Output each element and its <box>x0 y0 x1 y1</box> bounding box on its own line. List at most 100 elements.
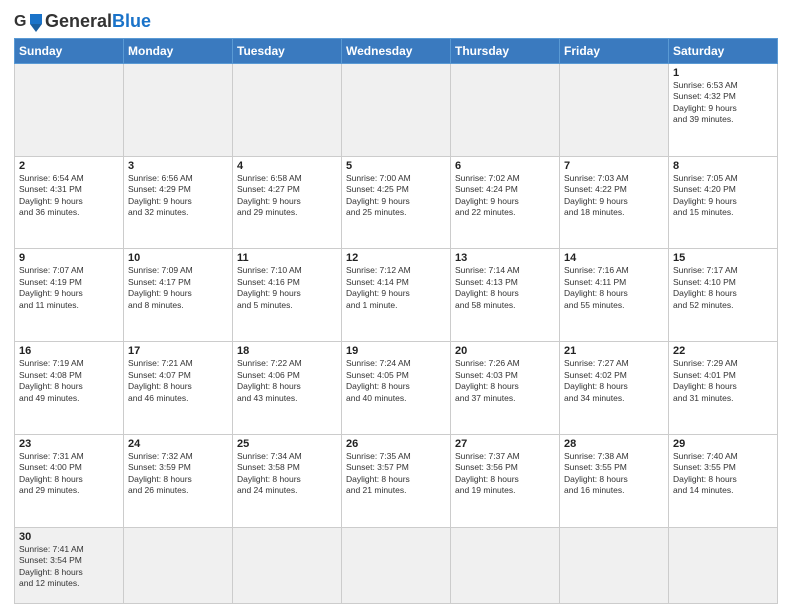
day-number: 5 <box>346 160 446 172</box>
day-info: Sunrise: 6:53 AM Sunset: 4:32 PM Dayligh… <box>673 80 773 126</box>
day-number: 27 <box>455 438 555 450</box>
calendar-cell: 24Sunrise: 7:32 AM Sunset: 3:59 PM Dayli… <box>124 434 233 527</box>
calendar-cell <box>560 64 669 157</box>
calendar-cell <box>124 64 233 157</box>
day-number: 30 <box>19 531 119 543</box>
day-info: Sunrise: 7:40 AM Sunset: 3:55 PM Dayligh… <box>673 451 773 497</box>
day-number: 23 <box>19 438 119 450</box>
day-info: Sunrise: 7:02 AM Sunset: 4:24 PM Dayligh… <box>455 173 555 219</box>
day-number: 25 <box>237 438 337 450</box>
day-info: Sunrise: 7:41 AM Sunset: 3:54 PM Dayligh… <box>19 544 119 590</box>
day-number: 18 <box>237 345 337 357</box>
day-info: Sunrise: 7:35 AM Sunset: 3:57 PM Dayligh… <box>346 451 446 497</box>
day-info: Sunrise: 7:05 AM Sunset: 4:20 PM Dayligh… <box>673 173 773 219</box>
day-info: Sunrise: 7:32 AM Sunset: 3:59 PM Dayligh… <box>128 451 228 497</box>
calendar-cell <box>233 527 342 603</box>
calendar-body: 1Sunrise: 6:53 AM Sunset: 4:32 PM Daylig… <box>15 64 778 604</box>
calendar-cell: 7Sunrise: 7:03 AM Sunset: 4:22 PM Daylig… <box>560 156 669 249</box>
day-number: 16 <box>19 345 119 357</box>
day-info: Sunrise: 7:27 AM Sunset: 4:02 PM Dayligh… <box>564 358 664 404</box>
day-info: Sunrise: 7:38 AM Sunset: 3:55 PM Dayligh… <box>564 451 664 497</box>
logo-icon: G <box>14 10 42 32</box>
logo: G GeneralBlue <box>14 10 151 32</box>
day-info: Sunrise: 7:03 AM Sunset: 4:22 PM Dayligh… <box>564 173 664 219</box>
day-number: 26 <box>346 438 446 450</box>
day-info: Sunrise: 7:16 AM Sunset: 4:11 PM Dayligh… <box>564 265 664 311</box>
day-number: 29 <box>673 438 773 450</box>
weekday-header: Wednesday <box>342 39 451 64</box>
day-info: Sunrise: 7:10 AM Sunset: 4:16 PM Dayligh… <box>237 265 337 311</box>
day-number: 7 <box>564 160 664 172</box>
calendar-cell: 30Sunrise: 7:41 AM Sunset: 3:54 PM Dayli… <box>15 527 124 603</box>
logo-text: GeneralBlue <box>45 11 151 31</box>
page: G GeneralBlue SundayMondayTuesdayWednesd… <box>0 0 792 612</box>
day-info: Sunrise: 7:09 AM Sunset: 4:17 PM Dayligh… <box>128 265 228 311</box>
day-info: Sunrise: 7:24 AM Sunset: 4:05 PM Dayligh… <box>346 358 446 404</box>
svg-text:G: G <box>14 13 26 30</box>
day-number: 9 <box>19 252 119 264</box>
calendar-cell <box>233 64 342 157</box>
weekday-header: Sunday <box>15 39 124 64</box>
day-info: Sunrise: 7:17 AM Sunset: 4:10 PM Dayligh… <box>673 265 773 311</box>
calendar-cell: 6Sunrise: 7:02 AM Sunset: 4:24 PM Daylig… <box>451 156 560 249</box>
day-info: Sunrise: 7:37 AM Sunset: 3:56 PM Dayligh… <box>455 451 555 497</box>
day-number: 28 <box>564 438 664 450</box>
day-number: 21 <box>564 345 664 357</box>
day-number: 8 <box>673 160 773 172</box>
day-info: Sunrise: 7:34 AM Sunset: 3:58 PM Dayligh… <box>237 451 337 497</box>
calendar-cell: 11Sunrise: 7:10 AM Sunset: 4:16 PM Dayli… <box>233 249 342 342</box>
calendar-cell: 1Sunrise: 6:53 AM Sunset: 4:32 PM Daylig… <box>669 64 778 157</box>
day-number: 4 <box>237 160 337 172</box>
calendar-cell: 10Sunrise: 7:09 AM Sunset: 4:17 PM Dayli… <box>124 249 233 342</box>
calendar: SundayMondayTuesdayWednesdayThursdayFrid… <box>14 38 778 604</box>
calendar-cell: 18Sunrise: 7:22 AM Sunset: 4:06 PM Dayli… <box>233 342 342 435</box>
day-number: 10 <box>128 252 228 264</box>
calendar-cell: 22Sunrise: 7:29 AM Sunset: 4:01 PM Dayli… <box>669 342 778 435</box>
weekday-header: Tuesday <box>233 39 342 64</box>
day-info: Sunrise: 7:26 AM Sunset: 4:03 PM Dayligh… <box>455 358 555 404</box>
calendar-cell <box>451 527 560 603</box>
calendar-cell: 28Sunrise: 7:38 AM Sunset: 3:55 PM Dayli… <box>560 434 669 527</box>
day-info: Sunrise: 7:14 AM Sunset: 4:13 PM Dayligh… <box>455 265 555 311</box>
calendar-cell: 13Sunrise: 7:14 AM Sunset: 4:13 PM Dayli… <box>451 249 560 342</box>
day-number: 24 <box>128 438 228 450</box>
calendar-cell: 16Sunrise: 7:19 AM Sunset: 4:08 PM Dayli… <box>15 342 124 435</box>
calendar-cell <box>124 527 233 603</box>
day-info: Sunrise: 7:22 AM Sunset: 4:06 PM Dayligh… <box>237 358 337 404</box>
calendar-cell <box>342 527 451 603</box>
day-number: 11 <box>237 252 337 264</box>
header: G GeneralBlue <box>14 10 778 32</box>
calendar-cell: 9Sunrise: 7:07 AM Sunset: 4:19 PM Daylig… <box>15 249 124 342</box>
calendar-cell: 15Sunrise: 7:17 AM Sunset: 4:10 PM Dayli… <box>669 249 778 342</box>
weekday-header: Thursday <box>451 39 560 64</box>
calendar-cell: 2Sunrise: 6:54 AM Sunset: 4:31 PM Daylig… <box>15 156 124 249</box>
day-number: 19 <box>346 345 446 357</box>
calendar-cell <box>669 527 778 603</box>
day-info: Sunrise: 7:07 AM Sunset: 4:19 PM Dayligh… <box>19 265 119 311</box>
day-info: Sunrise: 6:58 AM Sunset: 4:27 PM Dayligh… <box>237 173 337 219</box>
day-info: Sunrise: 7:21 AM Sunset: 4:07 PM Dayligh… <box>128 358 228 404</box>
calendar-cell: 20Sunrise: 7:26 AM Sunset: 4:03 PM Dayli… <box>451 342 560 435</box>
day-info: Sunrise: 6:54 AM Sunset: 4:31 PM Dayligh… <box>19 173 119 219</box>
calendar-cell: 19Sunrise: 7:24 AM Sunset: 4:05 PM Dayli… <box>342 342 451 435</box>
weekday-header: Saturday <box>669 39 778 64</box>
day-number: 14 <box>564 252 664 264</box>
day-number: 13 <box>455 252 555 264</box>
calendar-cell: 3Sunrise: 6:56 AM Sunset: 4:29 PM Daylig… <box>124 156 233 249</box>
calendar-cell: 21Sunrise: 7:27 AM Sunset: 4:02 PM Dayli… <box>560 342 669 435</box>
calendar-cell: 29Sunrise: 7:40 AM Sunset: 3:55 PM Dayli… <box>669 434 778 527</box>
calendar-cell <box>560 527 669 603</box>
calendar-cell <box>342 64 451 157</box>
day-info: Sunrise: 6:56 AM Sunset: 4:29 PM Dayligh… <box>128 173 228 219</box>
weekday-header: Monday <box>124 39 233 64</box>
day-number: 20 <box>455 345 555 357</box>
day-number: 1 <box>673 67 773 79</box>
calendar-cell: 25Sunrise: 7:34 AM Sunset: 3:58 PM Dayli… <box>233 434 342 527</box>
calendar-cell <box>451 64 560 157</box>
day-info: Sunrise: 7:31 AM Sunset: 4:00 PM Dayligh… <box>19 451 119 497</box>
day-info: Sunrise: 7:12 AM Sunset: 4:14 PM Dayligh… <box>346 265 446 311</box>
day-number: 12 <box>346 252 446 264</box>
day-number: 15 <box>673 252 773 264</box>
day-number: 2 <box>19 160 119 172</box>
day-info: Sunrise: 7:29 AM Sunset: 4:01 PM Dayligh… <box>673 358 773 404</box>
